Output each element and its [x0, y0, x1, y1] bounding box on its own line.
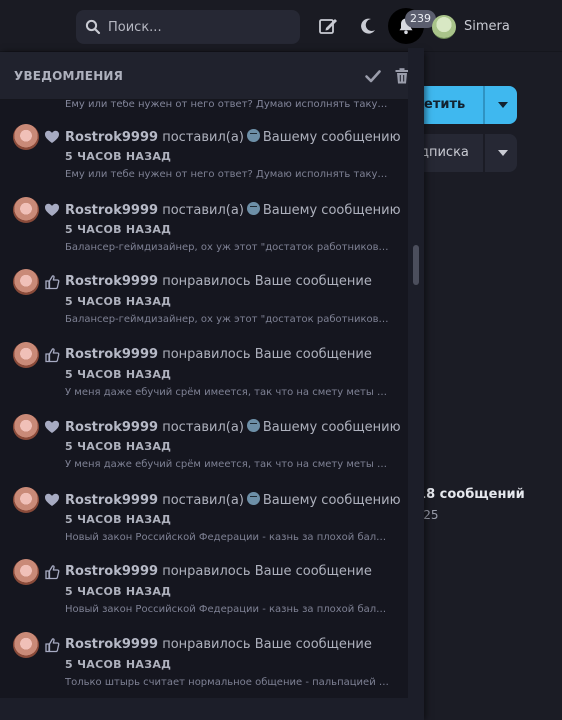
notification-username[interactable]: Rostrok9999: [65, 493, 158, 508]
notification-action: поставил(а): [162, 202, 244, 218]
avatar[interactable]: [13, 124, 39, 150]
avatar[interactable]: [13, 341, 39, 368]
top-bar: 239 Simera: [0, 0, 562, 52]
messages-count: 118 сообщений: [408, 487, 525, 502]
notification-preview[interactable]: У меня даже ебучий срём имеется, так что…: [65, 387, 391, 398]
notification-time: 5 ЧАСОВ НАЗАД: [65, 440, 172, 453]
subscription-button[interactable]: дписка: [408, 134, 517, 172]
compose-icon[interactable]: [318, 16, 338, 36]
search-input[interactable]: [108, 10, 288, 44]
notification-username[interactable]: Rostrok9999: [65, 274, 158, 289]
chevron-down-icon[interactable]: [498, 102, 508, 108]
reaction-emoji-icon: [246, 491, 260, 505]
notifications-title: УВЕДОМЛЕНИЯ: [14, 69, 124, 83]
notification-time: 5 ЧАСОВ НАЗАД: [65, 512, 172, 526]
notifications-list: Ему или тебе нужен от него ответ? Думаю …: [0, 100, 408, 698]
notification-preview[interactable]: Новый закон Российской Федерации - казнь…: [65, 604, 391, 615]
scrollbar-thumb[interactable]: [413, 245, 419, 285]
panel-footer: [0, 698, 408, 720]
primary-action-label: етить: [424, 97, 466, 112]
reaction-emoji-icon: [246, 201, 260, 215]
reaction-emoji-icon: [246, 129, 260, 142]
notification-username[interactable]: Rostrok9999: [65, 420, 158, 435]
notification-text: Rostrok9999 понравилось Ваше сообщение: [65, 347, 372, 362]
notification-target[interactable]: Вашему сообщению: [263, 130, 401, 145]
search-box[interactable]: [76, 10, 300, 44]
heart-icon: [45, 420, 59, 433]
notification-target[interactable]: Вашему сообщению: [263, 493, 401, 508]
notifications-panel: УВЕДОМЛЕНИЯ Ему или тебе нужен от него о…: [0, 52, 424, 720]
notification-username[interactable]: Rostrok9999: [65, 203, 158, 218]
notification-item[interactable]: Rostrok9999 поставил(а) Вашему сообщению 5…: [0, 118, 408, 190]
notification-text: Rostrok9999 поставил(а) Вашему сообщению: [65, 419, 401, 435]
notification-preview[interactable]: У меня даже ебучий срём имеется, так что…: [65, 459, 391, 470]
notification-target[interactable]: Вашему сообщению: [263, 203, 401, 218]
notification-text: Rostrok9999 поставил(а) Вашему сообщению: [65, 201, 401, 218]
moon-icon[interactable]: [358, 16, 378, 36]
notification-username[interactable]: Rostrok9999: [65, 564, 158, 579]
notification-time: 5 ЧАСОВ НАЗАД: [65, 150, 172, 163]
notification-preview: Ему или тебе нужен от него ответ? Думаю …: [65, 100, 395, 110]
user-avatar[interactable]: [432, 15, 456, 39]
button-divider: [483, 86, 485, 124]
avatar[interactable]: [13, 631, 39, 658]
chevron-down-icon[interactable]: [498, 150, 508, 156]
notification-text: Rostrok9999 понравилось Ваше сообщение: [65, 637, 372, 652]
thumbs-up-icon: [45, 275, 60, 290]
notifications-header: УВЕДОМЛЕНИЯ: [0, 52, 424, 100]
notification-item[interactable]: Rostrok9999 поставил(а) Вашему сообщению 5…: [0, 191, 408, 263]
reaction-emoji-icon: [246, 419, 260, 432]
checkmark-icon[interactable]: [364, 67, 382, 85]
thumbs-up-icon: [45, 637, 60, 652]
notification-preview[interactable]: Ему или тебе нужен от него ответ? Думаю …: [65, 169, 391, 180]
notification-preview[interactable]: Только штырь считает нормальное общение …: [65, 677, 391, 688]
notification-text: Rostrok9999 понравилось Ваше сообщение: [65, 274, 372, 289]
thumbs-up-icon: [45, 565, 60, 580]
notification-item[interactable]: Rostrok9999 понравилось Ваше сообщение 5 …: [0, 336, 408, 408]
notification-action: понравилось Ваше сообщение: [162, 346, 372, 362]
notification-item[interactable]: Rostrok9999 поставил(а) Вашему сообщению 5…: [0, 481, 408, 553]
notification-time: 5 ЧАСОВ НАЗАД: [65, 295, 172, 308]
notification-item[interactable]: Rostrok9999 поставил(а) Вашему сообщению 5…: [0, 408, 408, 480]
notification-action: поставил(а): [162, 420, 244, 435]
notification-username[interactable]: Rostrok9999: [65, 637, 158, 652]
notification-action: поставил(а): [162, 492, 244, 508]
notification-text: Rostrok9999 понравилось Ваше сообщение: [65, 564, 372, 579]
notification-action: понравилось Ваше сообщение: [162, 564, 372, 579]
notification-item[interactable]: Rostrok9999 понравилось Ваше сообщение 5 …: [0, 553, 408, 625]
primary-action-button[interactable]: етить: [408, 86, 517, 124]
notification-preview[interactable]: Балансер-геймдизайнер, ох уж этот "доста…: [65, 242, 391, 253]
notification-time: 5 ЧАСОВ НАЗАД: [65, 657, 172, 671]
notification-time: 5 ЧАСОВ НАЗАД: [65, 585, 172, 598]
notification-item[interactable]: Rostrok9999 понравилось Ваше сообщение 5 …: [0, 263, 408, 335]
notification-item[interactable]: Rostrok9999 понравилось Ваше сообщение 5 …: [0, 626, 408, 698]
avatar[interactable]: [13, 269, 39, 295]
heart-icon: [45, 203, 59, 216]
thumbs-up-icon: [45, 347, 60, 362]
notification-text: Rostrok9999 поставил(а) Вашему сообщению: [65, 491, 401, 508]
username-label[interactable]: Simera: [464, 19, 510, 34]
notification-preview[interactable]: Балансер-геймдизайнер, ох уж этот "доста…: [65, 314, 391, 325]
notification-action: понравилось Ваше сообщение: [162, 274, 372, 289]
notification-preview[interactable]: Новый закон Российской Федерации - казнь…: [65, 532, 391, 543]
notification-text: Rostrok9999 поставил(а) Вашему сообщению: [65, 129, 401, 145]
scrollbar-track[interactable]: [408, 48, 424, 668]
button-divider: [483, 134, 485, 172]
avatar[interactable]: [13, 559, 39, 585]
notification-target[interactable]: Вашему сообщению: [263, 420, 401, 435]
subscription-label: дписка: [420, 145, 469, 160]
notification-username[interactable]: Rostrok9999: [65, 130, 158, 145]
notification-action: поставил(а): [162, 130, 244, 145]
notification-time: 5 ЧАСОВ НАЗАД: [65, 367, 172, 381]
notification-username[interactable]: Rostrok9999: [65, 347, 158, 362]
heart-icon: [45, 493, 59, 506]
notification-action: понравилось Ваше сообщение: [162, 636, 372, 652]
heart-icon: [45, 130, 59, 143]
avatar[interactable]: [13, 196, 39, 223]
notification-time: 5 ЧАСОВ НАЗАД: [65, 222, 172, 236]
avatar[interactable]: [13, 414, 39, 440]
avatar[interactable]: [13, 486, 39, 513]
search-icon: [85, 19, 101, 35]
